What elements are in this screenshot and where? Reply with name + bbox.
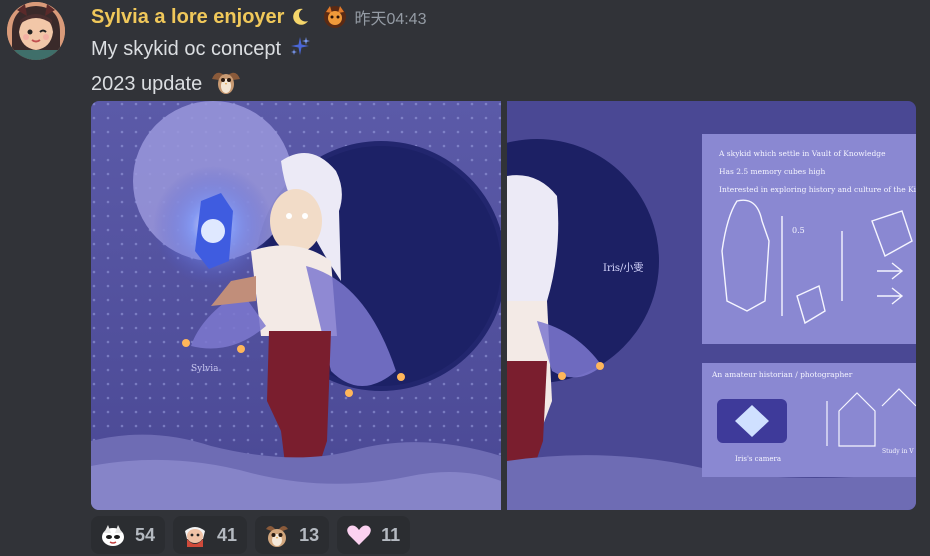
timestamp[interactable]: 昨天04:43 bbox=[354, 5, 426, 29]
sparkles-emoji-icon bbox=[289, 35, 311, 63]
owl-emoji-icon bbox=[210, 67, 242, 101]
signature-text: Sylvia bbox=[191, 364, 219, 374]
sky-child-emoji-icon bbox=[181, 521, 209, 549]
camera-label: Iris's camera bbox=[735, 455, 781, 463]
reaction-count: 13 bbox=[299, 524, 320, 545]
message-text: 2023 update bbox=[91, 72, 203, 95]
reaction-heart[interactable]: 11 bbox=[337, 516, 411, 554]
reactions-bar: 54 41 13 11 bbox=[91, 516, 411, 554]
pink-heart-emoji-icon bbox=[345, 521, 373, 549]
reaction-mask[interactable]: 54 bbox=[91, 516, 166, 554]
reaction-count: 54 bbox=[135, 524, 156, 545]
section-title: An amateur historian / photographer bbox=[711, 370, 853, 379]
attachment-image[interactable]: Sylvia bbox=[91, 101, 501, 510]
avatar[interactable] bbox=[7, 2, 65, 60]
note-line: A skykid which settle in Vault of Knowle… bbox=[718, 149, 886, 158]
avatar-image bbox=[7, 2, 65, 60]
reaction-count: 41 bbox=[217, 524, 238, 545]
study-label: Study in V bbox=[882, 448, 914, 455]
note-line: Interested in exploring history and cult… bbox=[719, 185, 916, 194]
handwriting-text: Iris/小雯 bbox=[603, 262, 643, 274]
mask-emoji-icon bbox=[99, 521, 127, 549]
reaction-count: 11 bbox=[381, 524, 401, 545]
reaction-owl[interactable]: 13 bbox=[255, 516, 330, 554]
message-header: Sylvia a lore enjoyer 昨天04:43 bbox=[91, 4, 426, 30]
role-badge-icon[interactable] bbox=[322, 4, 348, 30]
concept-sheet-image: Iris/小雯 A skykid which settle in Vault o… bbox=[507, 101, 916, 510]
reaction-sky-child[interactable]: 41 bbox=[173, 516, 248, 554]
username[interactable]: Sylvia a lore enjoyer bbox=[91, 6, 284, 29]
message-text: My skykid oc concept bbox=[91, 37, 282, 60]
note-line: Has 2.5 memory cubes high bbox=[719, 167, 825, 176]
attachment-image[interactable]: Iris/小雯 A skykid which settle in Vault o… bbox=[507, 101, 916, 510]
message-line: 2023 update bbox=[91, 67, 242, 101]
owl-emoji-icon bbox=[263, 521, 291, 549]
artwork-image: Sylvia bbox=[91, 101, 501, 510]
crescent-moon-icon bbox=[290, 7, 310, 27]
sketch-label: 0.5 bbox=[792, 226, 805, 235]
message-line: My skykid oc concept bbox=[91, 35, 311, 63]
